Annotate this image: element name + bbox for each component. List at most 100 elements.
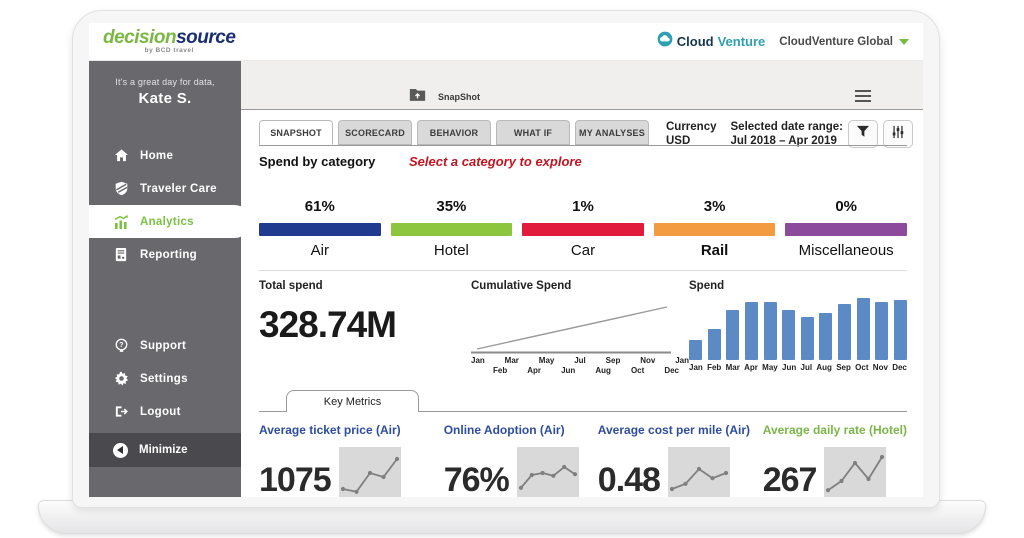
total-spend-label: Total spend [259,280,471,292]
axis-tick-label: Jan [471,356,485,365]
sidebar-item-traveler-care[interactable]: Traveler Care [89,172,241,205]
axis-tick-label: Nov [640,356,655,365]
partner-name-venture: Venture [718,34,766,49]
sidebar-item-support[interactable]: ? Support [89,329,241,362]
axis-tick-label: Feb [493,366,507,375]
metric-title: Online Adoption (Air) [444,423,598,437]
section-divider [259,270,907,271]
filter-button[interactable] [848,120,878,148]
key-metrics-row: Average ticket price (Air) 1075 Online A… [259,423,907,497]
bar[interactable] [745,302,758,360]
category-bar[interactable] [785,223,907,236]
bar[interactable] [708,329,721,360]
bar[interactable] [782,310,795,360]
cloudventure-icon [657,31,673,52]
help-bulb-icon: ? [113,338,129,354]
category-miscellaneous[interactable]: 0% Miscellaneous [785,198,907,259]
bar[interactable] [838,304,851,360]
metric-value: 0.48 [598,461,660,497]
chevron-down-icon [899,39,909,45]
tab-snapshot[interactable]: SNAPSHOT [259,120,333,145]
key-metrics-tab[interactable]: Key Metrics [286,390,419,412]
total-spend-value: 328.74M [259,304,471,346]
category-label: Miscellaneous [785,242,907,259]
view-name-label: SnapShot [438,92,480,102]
metric-title: Average daily rate (Hotel) [763,423,907,437]
sidebar-minimize-button[interactable]: Minimize [89,433,241,467]
spend-bar-chart [689,298,907,360]
sidebar: It's a great day for data, Kate S. Home [89,61,241,497]
select-category-hint: Select a category to explore [409,154,582,169]
sidebar-item-label: Reporting [140,249,197,261]
metric-value: 76% [444,461,509,497]
logout-icon [113,404,129,420]
cumulative-spend-line-chart [471,300,671,356]
account-selector[interactable]: CloudVenture Global [779,36,909,48]
bar[interactable] [726,310,739,360]
category-air[interactable]: 61% Air [259,198,381,259]
bar[interactable] [801,317,814,360]
sidebar-item-reporting[interactable]: Reporting [89,238,241,271]
bar[interactable] [894,300,907,360]
cumulative-axis-labels-row1: JanMarMayJulSepNovJan [471,356,689,365]
sidebar-item-label: Settings [140,373,188,385]
partner-name-cloud: Cloud [677,34,714,49]
axis-tick-label: Mar [505,356,519,365]
sidebar-item-label: Traveler Care [140,183,217,195]
bar[interactable] [875,302,888,360]
tab-what-if[interactable]: WHAT IF [496,120,570,145]
axis-tick-label: Oct [631,366,644,375]
app-window: decisionsource by BCD travel CloudVentur… [89,23,923,497]
sidebar-item-label: Analytics [140,216,194,228]
tab-behavior[interactable]: BEHAVIOR [417,120,491,145]
metric-average-daily-rate: Average daily rate (Hotel) 267 [763,423,907,497]
category-bar[interactable] [259,223,381,236]
spend-summary-row: Total spend 328.74M Cumulative Spend Jan… [259,280,907,375]
sidebar-item-label: Home [140,150,173,162]
category-bar[interactable] [391,223,513,236]
sliders-icon [891,125,905,144]
bar[interactable] [764,302,777,360]
category-hotel[interactable]: 35% Hotel [391,198,513,259]
category-percent: 0% [785,198,907,215]
metric-sparkline [339,447,401,497]
sidebar-item-home[interactable]: Home [89,139,241,172]
tab-my-analyses[interactable]: MY ANALYSES [575,120,649,145]
folder-upload-icon[interactable] [409,87,426,107]
shield-icon [113,181,129,197]
category-bar[interactable] [654,223,776,236]
sidebar-item-settings[interactable]: Settings [89,362,241,395]
axis-tick-label: Jul [574,356,586,365]
bar[interactable] [819,313,832,360]
category-percent: 61% [259,198,381,215]
axis-tick-label: Sep [836,363,851,372]
category-percent: 3% [654,198,776,215]
sidebar-item-logout[interactable]: Logout [89,395,241,428]
tab-scorecard[interactable]: SCORECARD [338,120,412,145]
axis-tick-label: Apr [527,366,541,375]
sidebar-greeting: It's a great day for data, Kate S. [89,61,241,107]
category-car[interactable]: 1% Car [522,198,644,259]
axis-tick-label: Dec [664,366,679,375]
sidebar-item-label: Logout [140,406,181,418]
metric-average-cost-per-mile: Average cost per mile (Air) 0.48 [598,423,763,497]
menu-icon[interactable] [855,90,871,105]
account-selector-label: CloudVenture Global [779,36,893,48]
bar[interactable] [689,340,702,360]
category-rail[interactable]: 3% Rail [654,198,776,259]
axis-tick-label: Oct [855,363,868,372]
greeting-text: It's a great day for data, [89,77,241,87]
category-label: Hotel [391,242,513,259]
adjust-filters-button[interactable] [883,120,913,148]
view-toolbar: SnapShot [241,87,923,109]
metric-title: Average ticket price (Air) [259,423,444,437]
category-bar[interactable] [522,223,644,236]
dashboard-panel: SNAPSHOT SCORECARD BEHAVIOR WHAT IF MY A… [241,110,923,497]
logo-text-source: source [176,27,235,48]
bar[interactable] [857,298,870,360]
category-label: Car [522,242,644,259]
currency-value: USD [666,134,717,148]
date-range-label: Selected date range: [731,120,843,134]
axis-tick-label: Dec [892,363,907,372]
sidebar-item-analytics[interactable]: Analytics [89,205,251,238]
